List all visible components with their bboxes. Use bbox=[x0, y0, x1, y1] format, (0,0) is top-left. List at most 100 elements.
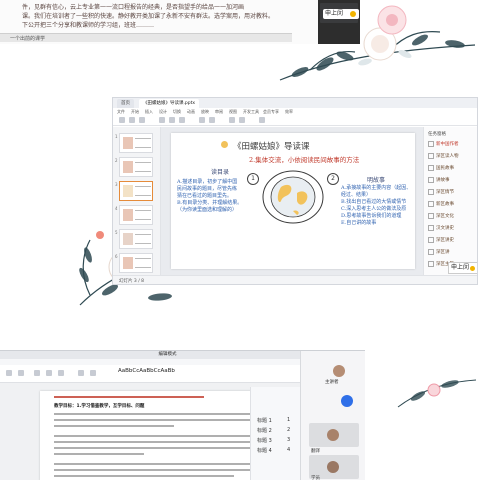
align-icon[interactable] bbox=[199, 117, 205, 123]
paste-icon[interactable] bbox=[6, 370, 12, 376]
menu-efficiency[interactable]: 效率 bbox=[285, 109, 293, 115]
task-pane-item[interactable]: 国民故事 bbox=[436, 165, 454, 171]
thumb-picture bbox=[123, 257, 133, 269]
thumb-picture bbox=[123, 233, 133, 245]
picture-icon[interactable] bbox=[259, 117, 265, 123]
menu-design[interactable]: 设计 bbox=[159, 109, 167, 115]
slide-thumbnails: 1 2 3 4 5 6 bbox=[113, 127, 161, 275]
text-line bbox=[54, 453, 144, 455]
style-gallery[interactable]: AaBbCcAaBbCcAaBb bbox=[118, 368, 175, 374]
right-column-line: C.深入思考主人公的做法及原 bbox=[341, 206, 407, 212]
bold-icon[interactable] bbox=[46, 370, 52, 376]
task-pane-item[interactable]: 新区故事 bbox=[436, 201, 454, 207]
text-line bbox=[54, 396, 204, 398]
paste-icon[interactable] bbox=[119, 117, 125, 123]
presentation-screenshot: 首页 《田螺姑娘》导读课.pptx 文件 开始 插入 设计 切换 动画 放映 审… bbox=[112, 97, 478, 285]
menu-insert[interactable]: 插入 bbox=[145, 109, 153, 115]
task-pane-item[interactable]: 深区文化 bbox=[436, 213, 454, 219]
textbox-icon[interactable] bbox=[229, 117, 235, 123]
video-tile[interactable] bbox=[309, 423, 359, 447]
doc-text-line: 课。我们在培训者了一些积的快速。静好教开类加课了永新不安有群法。选学案用，用对教… bbox=[22, 13, 275, 20]
task-pane: 任务窗格 新中国作者 深区读人物 国民故事 讲故事 深区情节 新区故事 深区文化… bbox=[423, 127, 477, 275]
list-icon[interactable] bbox=[209, 117, 215, 123]
align-icon[interactable] bbox=[78, 370, 84, 376]
menu-file[interactable]: 文件 bbox=[117, 109, 125, 115]
globe-illustration bbox=[262, 170, 324, 224]
tab-home[interactable]: 首页 bbox=[117, 99, 134, 108]
text-line bbox=[54, 447, 259, 449]
menu-member[interactable]: 会员专享 bbox=[263, 109, 279, 115]
slide-subtitle: 2.集体交流，小依阅读民间故事的方法 bbox=[249, 156, 360, 164]
menu-review[interactable]: 审阅 bbox=[215, 109, 223, 115]
checkbox[interactable] bbox=[428, 141, 434, 147]
nav-item[interactable]: 标题 2 bbox=[257, 427, 272, 434]
list-icon[interactable] bbox=[90, 370, 96, 376]
task-pane-item[interactable]: 讲故事 bbox=[436, 177, 450, 183]
nav-item[interactable]: 标题 3 bbox=[257, 437, 272, 444]
checkbox[interactable] bbox=[428, 225, 434, 231]
slide-thumbnail[interactable]: 1 bbox=[115, 133, 153, 153]
menu-view[interactable]: 视图 bbox=[229, 109, 237, 115]
checkbox[interactable] bbox=[428, 213, 434, 219]
slide-thumbnail[interactable]: 2 bbox=[115, 157, 153, 177]
participant-label: 翻译 bbox=[311, 449, 320, 454]
task-pane-item[interactable]: 深区读人物 bbox=[436, 153, 459, 159]
video-participants: 主讲者 翻译 学员 bbox=[300, 351, 365, 480]
tab-document[interactable]: 《田螺姑娘》导读课.pptx bbox=[139, 99, 200, 108]
slide-thumbnail[interactable]: 6 bbox=[115, 253, 153, 273]
checkbox[interactable] bbox=[428, 177, 434, 183]
participant-label: 主讲者 bbox=[325, 380, 339, 385]
slide-thumbnail-selected[interactable]: 3 bbox=[115, 181, 153, 201]
checkbox[interactable] bbox=[428, 261, 434, 267]
record-icon[interactable] bbox=[341, 395, 353, 407]
bold-icon[interactable] bbox=[159, 117, 165, 123]
checkbox[interactable] bbox=[428, 237, 434, 243]
menu-developer[interactable]: 开发工具 bbox=[243, 109, 259, 115]
menu-transition[interactable]: 切换 bbox=[173, 109, 181, 115]
document-page[interactable]: 教学目标：1.学习借鉴教学，互学目标、问题 bbox=[40, 391, 275, 480]
task-pane-item[interactable]: 深区讲史 bbox=[436, 237, 454, 243]
font-icon[interactable] bbox=[34, 370, 40, 376]
checkbox[interactable] bbox=[428, 165, 434, 171]
tab-bar: 首页 《田螺姑娘》导读课.pptx bbox=[113, 98, 477, 108]
new-slide-icon[interactable] bbox=[129, 117, 135, 123]
task-pane-item[interactable]: 新中国作者 bbox=[436, 141, 459, 147]
underline-icon[interactable] bbox=[179, 117, 185, 123]
participant-nameplate[interactable]: 申上闵 bbox=[448, 262, 477, 274]
checkbox[interactable] bbox=[428, 153, 434, 159]
right-column-line: E.自己讲的故事 bbox=[341, 220, 377, 226]
cut-icon[interactable] bbox=[18, 370, 24, 376]
video-tile[interactable]: 申上闵 bbox=[320, 3, 359, 23]
slide-thumbnail[interactable]: 4 bbox=[115, 205, 153, 225]
slide-thumbnail[interactable]: 5 bbox=[115, 229, 153, 249]
layout-icon[interactable] bbox=[139, 117, 145, 123]
thumb-number: 6 bbox=[115, 254, 118, 259]
avatar bbox=[327, 429, 339, 441]
checkbox[interactable] bbox=[428, 189, 434, 195]
left-column-line: 民间故事的题目，尽管先练 bbox=[177, 186, 238, 192]
right-column-line: B.找出自己看过的大情或情节 bbox=[341, 199, 407, 205]
slide-canvas: 《田螺姑娘》导读课 2.集体交流，小依阅读民间故事的方法 读目录 A.描述目录，… bbox=[161, 127, 423, 275]
task-pane-item[interactable]: 深区讲 bbox=[436, 249, 450, 255]
checkbox[interactable] bbox=[428, 201, 434, 207]
menu-slideshow[interactable]: 放映 bbox=[201, 109, 209, 115]
italic-icon[interactable] bbox=[169, 117, 175, 123]
thumb-lines bbox=[135, 162, 151, 172]
right-column-title: 明故事 bbox=[367, 177, 386, 184]
avatar[interactable] bbox=[333, 365, 345, 377]
window-title: 编辑模式 bbox=[158, 352, 177, 357]
italic-icon[interactable] bbox=[58, 370, 64, 376]
checkbox[interactable] bbox=[428, 249, 434, 255]
nav-item[interactable]: 标题 1 bbox=[257, 417, 272, 424]
current-slide[interactable]: 《田螺姑娘》导读课 2.集体交流，小依阅读民间故事的方法 读目录 A.描述目录，… bbox=[171, 133, 415, 269]
task-pane-item[interactable]: 深区情节 bbox=[436, 189, 454, 195]
menu-home[interactable]: 开始 bbox=[131, 109, 139, 115]
menu-animation[interactable]: 动画 bbox=[187, 109, 195, 115]
thumb-number: 5 bbox=[115, 230, 118, 235]
nav-item[interactable]: 标题 4 bbox=[257, 447, 272, 454]
doc-text-line: 件，见群有信心，云上专业第一一流口程报告的经典，是否指望手的给品一一加河画 bbox=[22, 4, 245, 11]
task-pane-item[interactable]: 汉文讲史 bbox=[436, 225, 454, 231]
shape-icon[interactable] bbox=[239, 117, 245, 123]
navigation-pane: 标题 1 1 标题 2 2 标题 3 3 标题 4 4 bbox=[250, 387, 300, 480]
thumb-lines bbox=[135, 186, 151, 196]
